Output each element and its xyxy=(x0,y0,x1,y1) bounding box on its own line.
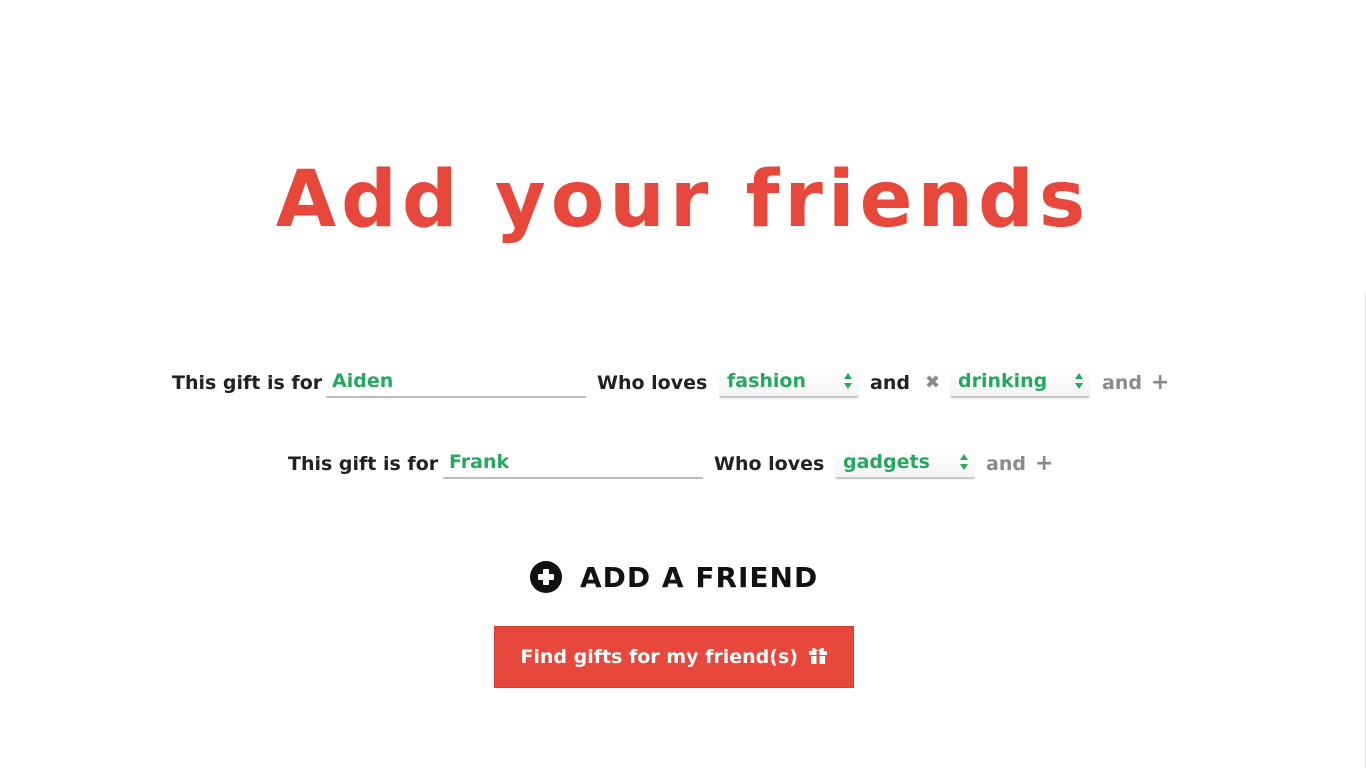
interest-select[interactable]: gadgets xyxy=(835,447,975,479)
plus-icon[interactable]: + xyxy=(1151,366,1169,400)
select-arrows-icon xyxy=(1075,373,1083,389)
find-gifts-button[interactable]: Find gifts for my friend(s) xyxy=(494,626,854,688)
find-gifts-label: Find gifts for my friend(s) xyxy=(520,646,798,668)
page-title: Add your friends xyxy=(275,155,1091,245)
friend-row: This gift is for Who loves fashion and ✖… xyxy=(172,366,1172,400)
gift-icon xyxy=(808,647,827,664)
interest-select-value: gadgets xyxy=(843,451,930,473)
friend-name-input[interactable] xyxy=(326,366,586,398)
interest-select[interactable]: fashion xyxy=(719,366,859,398)
add-friend-label: ADD A FRIEND xyxy=(580,561,819,594)
select-arrows-icon xyxy=(844,373,852,389)
add-interest-and-label[interactable]: and xyxy=(986,447,1026,481)
and-label: and xyxy=(870,372,910,394)
friend-row: This gift is for Who loves gadgets and + xyxy=(288,447,1068,481)
add-interest-and-label[interactable]: and xyxy=(1102,366,1142,400)
gift-for-label: This gift is for xyxy=(172,372,323,394)
select-arrows-icon xyxy=(960,454,968,470)
who-loves-label: Who loves xyxy=(714,453,825,475)
friend-name-input[interactable] xyxy=(443,447,703,479)
who-loves-label: Who loves xyxy=(597,372,708,394)
close-icon[interactable]: ✖ xyxy=(925,366,940,400)
gift-for-label: This gift is for xyxy=(288,453,439,475)
add-friend-button[interactable]: ADD A FRIEND xyxy=(530,558,830,598)
interest-select[interactable]: drinking xyxy=(950,366,1090,398)
plus-circle-icon xyxy=(530,561,562,593)
plus-icon[interactable]: + xyxy=(1035,447,1053,481)
interest-select-value: drinking xyxy=(958,370,1048,392)
interest-select-value: fashion xyxy=(727,370,807,392)
